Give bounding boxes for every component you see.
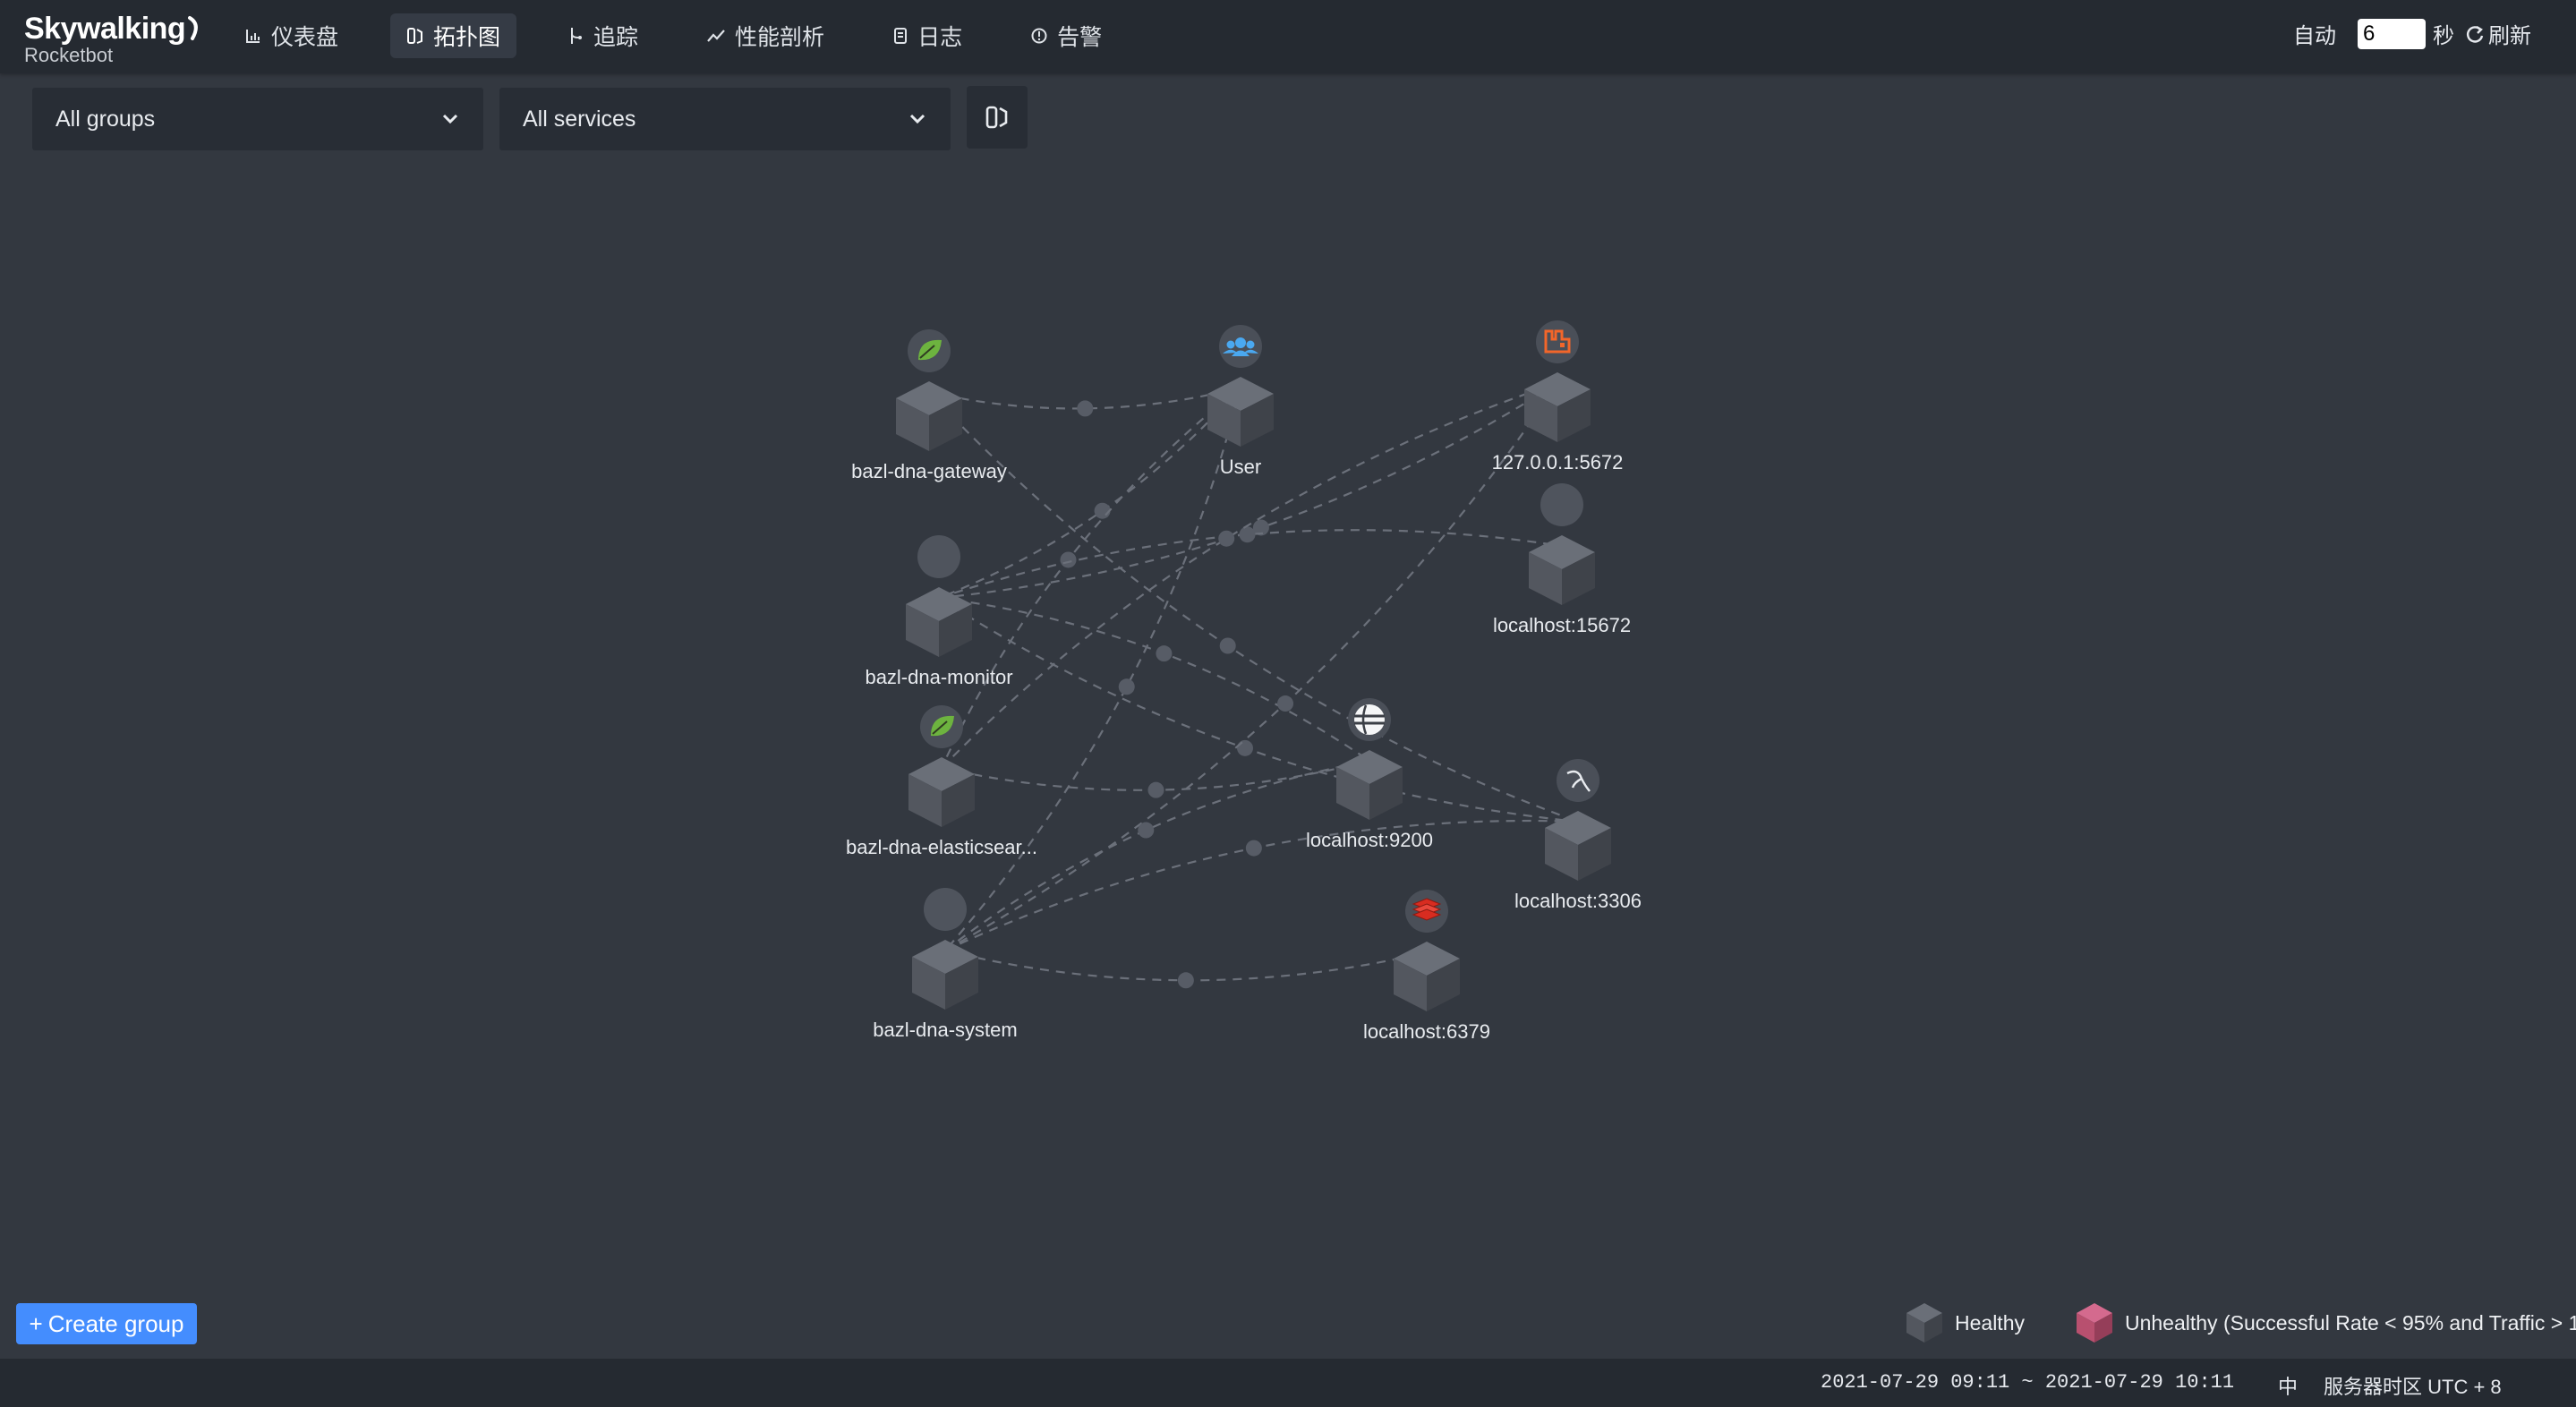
topology-node-l3306[interactable]: localhost:3306 bbox=[1514, 759, 1642, 912]
user-icon bbox=[1219, 325, 1262, 368]
topology-graph[interactable]: bazl-dna-gateway User 127.0.0.1:5672 localh… bbox=[0, 0, 2576, 1407]
node-label: bazl-dna-system bbox=[873, 1019, 1017, 1041]
create-group-label: Create group bbox=[47, 1309, 184, 1337]
edge-midpoint[interactable] bbox=[1218, 530, 1235, 547]
server-timezone: 服务器时区 UTC + 8 bbox=[2324, 1376, 2502, 1398]
topology-edge[interactable] bbox=[941, 387, 1241, 769]
node-label: localhost:3306 bbox=[1514, 890, 1642, 912]
spring-icon bbox=[908, 329, 951, 372]
language-toggle[interactable]: 中 bbox=[2278, 1371, 2298, 1400]
unknown-icon bbox=[924, 888, 967, 931]
topology-node-user[interactable]: User bbox=[1207, 325, 1274, 478]
legend-healthy-label: Healthy bbox=[1955, 1310, 2025, 1335]
edge-midpoint[interactable] bbox=[1094, 502, 1111, 519]
node-label: bazl-dna-elasticsear... bbox=[846, 836, 1037, 858]
healthy-cube-icon bbox=[1906, 1303, 1942, 1343]
mysql-icon bbox=[1557, 759, 1599, 802]
unhealthy-cube-icon bbox=[2076, 1303, 2112, 1343]
topology-node-l15672[interactable]: localhost:15672 bbox=[1493, 483, 1631, 636]
plus-icon: + bbox=[29, 1309, 43, 1337]
node-label: 127.0.0.1:5672 bbox=[1492, 451, 1624, 473]
topology-edge[interactable] bbox=[938, 387, 1241, 600]
node-label: localhost:6379 bbox=[1363, 1020, 1490, 1043]
legend: Healthy Unhealthy (Successful Rate < 95%… bbox=[1903, 1300, 2576, 1346]
node-label: localhost:9200 bbox=[1306, 829, 1433, 851]
edge-midpoint[interactable] bbox=[1239, 526, 1256, 543]
topology-node-l9200[interactable]: localhost:9200 bbox=[1306, 698, 1433, 851]
edge-midpoint[interactable] bbox=[1077, 400, 1094, 417]
edge-midpoint[interactable] bbox=[1245, 840, 1262, 857]
edge-midpoint[interactable] bbox=[1147, 781, 1164, 798]
time-range[interactable]: 2021-07-29 09:11 ~ 2021-07-29 10:11 bbox=[1821, 1371, 2234, 1394]
topology-node-rabbit[interactable]: 127.0.0.1:5672 bbox=[1492, 320, 1624, 473]
elasticsearch-icon bbox=[1348, 698, 1391, 741]
edge-midpoint[interactable] bbox=[1177, 972, 1194, 989]
node-label: User bbox=[1220, 456, 1261, 478]
edge-midpoint[interactable] bbox=[1138, 822, 1155, 839]
topology-node-elastic[interactable]: bazl-dna-elasticsear... bbox=[846, 705, 1037, 858]
edge-midpoint[interactable] bbox=[1277, 695, 1294, 712]
edge-midpoint[interactable] bbox=[1219, 637, 1236, 654]
legend-unhealthy-label: Unhealthy (Successful Rate < 95% and Tra… bbox=[2124, 1310, 2576, 1335]
footer-bar: 2021-07-29 09:11 ~ 2021-07-29 10:11 中 服务… bbox=[0, 1359, 2576, 1407]
legend-unhealthy: Unhealthy (Successful Rate < 95% and Tra… bbox=[2073, 1300, 2576, 1346]
unknown-icon bbox=[917, 535, 960, 578]
topology-node-monitor[interactable]: bazl-dna-monitor bbox=[865, 535, 1013, 688]
node-label: localhost:15672 bbox=[1493, 614, 1631, 636]
unknown-icon bbox=[1540, 483, 1583, 526]
redis-icon bbox=[1405, 890, 1448, 933]
rabbitmq-icon bbox=[1536, 320, 1579, 363]
topology-node-l6379[interactable]: localhost:6379 bbox=[1363, 890, 1490, 1043]
edge-midpoint[interactable] bbox=[1118, 678, 1135, 695]
create-group-button[interactable]: + Create group bbox=[16, 1303, 197, 1344]
edge-midpoint[interactable] bbox=[1156, 645, 1173, 662]
edge-midpoint[interactable] bbox=[1060, 551, 1077, 568]
spring-icon bbox=[920, 705, 963, 748]
node-label: bazl-dna-gateway bbox=[851, 460, 1007, 482]
edge-midpoint[interactable] bbox=[1237, 739, 1253, 756]
legend-healthy: Healthy bbox=[1903, 1300, 2025, 1346]
topology-node-system[interactable]: bazl-dna-system bbox=[873, 888, 1018, 1041]
topology-node-gateway[interactable]: bazl-dna-gateway bbox=[851, 329, 1007, 482]
node-label: bazl-dna-monitor bbox=[865, 666, 1012, 688]
